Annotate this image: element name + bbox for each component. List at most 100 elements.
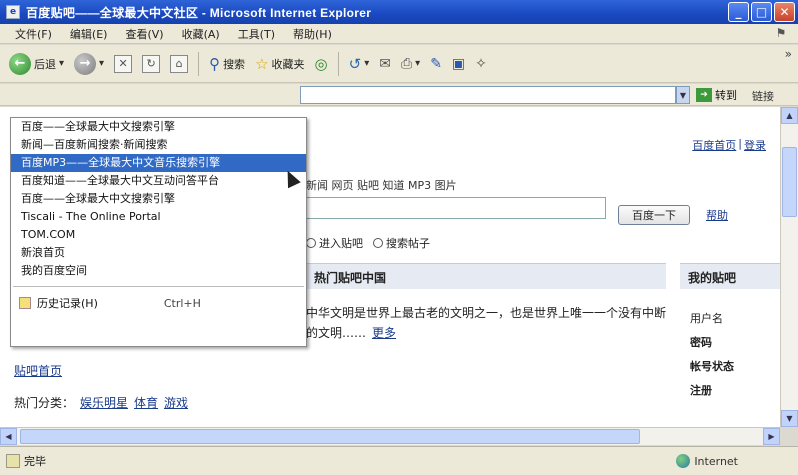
bar-home-link[interactable]: 贴吧首页: [14, 362, 62, 379]
history-item[interactable]: Tiscali - The Online Portal: [11, 208, 306, 226]
star-icon: ☆: [255, 54, 269, 73]
back-arrow-icon: ←: [9, 52, 31, 75]
history-item[interactable]: 我的百度空间: [11, 262, 306, 280]
stop-icon: ✕: [114, 54, 133, 73]
scroll-down-icon[interactable]: ▼: [781, 410, 798, 427]
scroll-left-icon[interactable]: ◀: [0, 428, 17, 445]
security-zone: Internet: [676, 454, 738, 468]
forward-button[interactable]: → ▾: [71, 49, 107, 79]
favorites-button[interactable]: ☆ 收藏夹: [252, 49, 307, 79]
address-dropdown-icon[interactable]: ▼: [676, 86, 690, 104]
history-item[interactable]: 新闻—百度新闻搜索·新闻搜索: [11, 136, 306, 154]
history-footer-label: 历史记录(H): [37, 297, 98, 310]
home-button[interactable]: ⌂: [167, 49, 191, 79]
stop-button[interactable]: ✕: [111, 49, 135, 79]
radio-label: 进入贴吧: [319, 237, 363, 250]
history-item[interactable]: TOM.COM: [11, 226, 306, 244]
chevron-down-icon[interactable]: ▾: [99, 58, 104, 69]
toolbar-overflow-icon[interactable]: »: [785, 47, 792, 61]
title-bar: e 百度贴吧——全球最大中文社区 - Microsoft Internet Ex…: [0, 0, 798, 24]
scroll-right-icon[interactable]: ▶: [763, 428, 780, 445]
menu-favorites[interactable]: 收藏(A): [173, 26, 229, 42]
go-button[interactable]: ➔ 转到: [696, 86, 737, 104]
toolbar-divider: [198, 51, 200, 76]
chevron-down-icon: ▾: [415, 58, 421, 69]
address-input[interactable]: [300, 86, 676, 104]
history-item[interactable]: 百度知道——全球最大中文互动问答平台: [11, 172, 306, 190]
messenger-icon: ▣: [451, 55, 466, 72]
history-menu-footer[interactable]: 历史记录(H) Ctrl+H: [11, 293, 306, 313]
search-icon: ⚲: [209, 54, 221, 73]
edit-icon: ✎: [430, 55, 442, 72]
ie-icon: e: [6, 5, 20, 19]
side-heading: 我的贴吧: [680, 263, 780, 289]
refresh-icon: ↻: [142, 54, 161, 73]
horizontal-scrollbar[interactable]: ◀ ▶: [0, 427, 780, 445]
menu-edit[interactable]: 编辑(E): [61, 26, 117, 42]
menu-help[interactable]: 帮助(H): [284, 26, 341, 42]
history-item[interactable]: 百度——全球最大中文搜索引擎: [11, 190, 306, 208]
horizontal-scroll-thumb[interactable]: [20, 429, 640, 444]
address-bar: ▼ ➔ 转到 链接: [0, 84, 798, 106]
windows-flag-icon: ⚑: [775, 26, 787, 40]
discuss-button[interactable]: ✧: [472, 49, 490, 79]
maximize-button[interactable]: □: [751, 2, 772, 22]
search-input[interactable]: [306, 197, 606, 219]
intro-paragraph: 中华文明是世界上最古老的文明之一，也是世界上唯一一个没有中断的文明…… 更多: [306, 303, 666, 343]
home-icon: ⌂: [170, 54, 189, 73]
category-link[interactable]: 娱乐明星: [80, 394, 128, 411]
menu-tools[interactable]: 工具(T): [229, 26, 284, 42]
menu-bar: 文件(F) 编辑(E) 查看(V) 收藏(A) 工具(T) 帮助(H) ⚑: [0, 24, 798, 44]
print-button[interactable]: ⎙ ▾: [398, 49, 423, 79]
scroll-up-icon[interactable]: ▲: [781, 107, 798, 124]
history-item[interactable]: 百度——全球最大中文搜索引擎: [11, 118, 306, 136]
chevron-down-icon[interactable]: ▾: [59, 58, 64, 69]
category-link[interactable]: 游戏: [164, 394, 188, 411]
menu-file[interactable]: 文件(F): [6, 26, 61, 42]
history-button[interactable]: ↺ ▾: [346, 49, 373, 79]
history-shortcut: Ctrl+H: [163, 296, 201, 310]
minimize-button[interactable]: _: [728, 2, 749, 22]
login-link[interactable]: 登录: [744, 137, 766, 153]
print-icon: ⎙: [400, 55, 413, 72]
status-bar: 完毕 Internet: [0, 446, 798, 475]
side-item-password: 密码: [690, 336, 712, 349]
page-done-icon: [6, 454, 20, 468]
favorites-label: 收藏夹: [271, 57, 305, 71]
category-row: 热门分类： 娱乐明星 体育 游戏: [14, 394, 188, 411]
radio-enter-bar[interactable]: 进入贴吧: [306, 235, 363, 251]
history-item-selected[interactable]: 百度MP3——全球最大中文音乐搜索引擎: [11, 154, 306, 172]
back-label: 后退: [34, 57, 56, 71]
refresh-button[interactable]: ↻: [139, 49, 163, 79]
vertical-scroll-thumb[interactable]: [782, 147, 797, 217]
go-arrow-icon: ➔: [696, 88, 712, 102]
close-button[interactable]: ✕: [774, 2, 795, 22]
search-button[interactable]: ⚲ 搜索: [206, 49, 248, 79]
back-history-menu: 百度——全球最大中文搜索引擎 新闻—百度新闻搜索·新闻搜索 百度MP3——全球最…: [10, 117, 307, 347]
intro-text: 中华文明是世界上最古老的文明之一，也是世界上唯一一个没有中断的文明……: [306, 306, 667, 340]
back-button[interactable]: ← 后退 ▾: [6, 49, 67, 79]
history-folder-icon: [19, 297, 31, 309]
help-link[interactable]: 帮助: [706, 207, 728, 223]
section-heading: 热门贴吧中国: [306, 263, 666, 289]
edit-button[interactable]: ✎: [427, 49, 445, 79]
radio-search-posts[interactable]: 搜索帖子: [373, 235, 430, 251]
search-submit-button[interactable]: 百度一下: [618, 205, 690, 225]
nav-subtitle: 新闻 网页 贴吧 知道 MP3 图片: [306, 179, 457, 192]
links-label[interactable]: 链接: [752, 88, 774, 104]
messenger-button[interactable]: ▣: [449, 49, 468, 79]
menu-view[interactable]: 查看(V): [116, 26, 172, 42]
mail-button[interactable]: ✉: [376, 49, 394, 79]
home-link[interactable]: 百度首页: [692, 137, 736, 153]
forward-arrow-icon: →: [74, 52, 97, 75]
category-link[interactable]: 体育: [134, 394, 158, 411]
side-item-register[interactable]: 注册: [690, 379, 734, 403]
media-button[interactable]: ◎: [312, 49, 331, 79]
history-item[interactable]: 新浪首页: [11, 244, 306, 262]
window-controls: _ □ ✕: [728, 2, 795, 22]
chevron-down-icon: ▾: [364, 58, 370, 69]
side-item-username: 用户名: [690, 312, 723, 325]
search-label: 搜索: [223, 57, 246, 71]
vertical-scrollbar[interactable]: ▲ ▼: [780, 107, 798, 427]
more-link[interactable]: 更多: [372, 326, 396, 340]
